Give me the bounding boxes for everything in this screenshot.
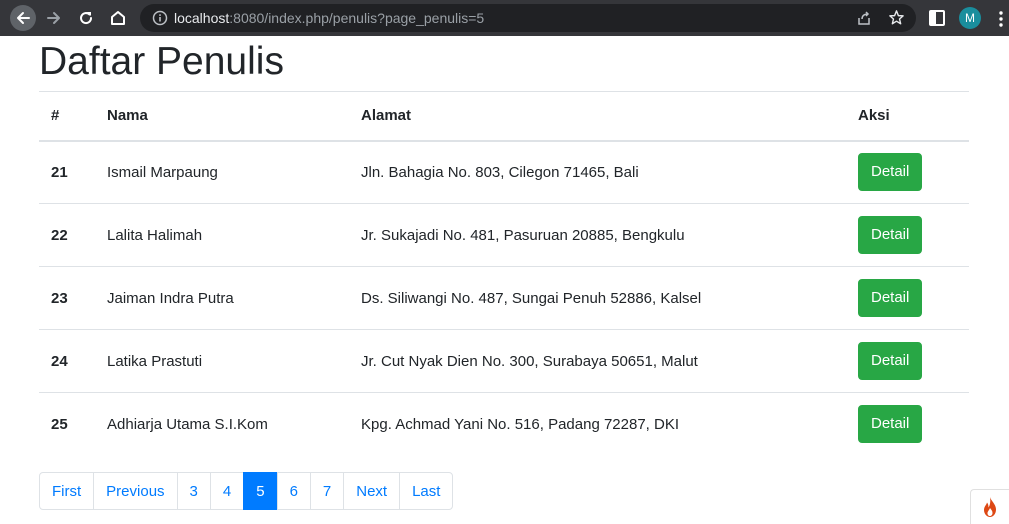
table-row: 21 Ismail Marpaung Jln. Bahagia No. 803,…: [39, 141, 969, 204]
reload-button[interactable]: [74, 6, 98, 30]
row-number: 21: [51, 163, 68, 181]
forward-button[interactable]: [42, 6, 66, 30]
row-aksi: Detail: [846, 141, 969, 204]
reload-icon: [80, 12, 93, 25]
row-number: 23: [39, 266, 95, 330]
detail-button[interactable]: Detail: [858, 153, 923, 192]
url-text[interactable]: localhost:8080/index.php/penulis?page_pe…: [174, 10, 484, 26]
row-aksi: Detail: [846, 392, 969, 456]
share-icon[interactable]: [856, 10, 872, 26]
row-aksi: Detail: [846, 203, 969, 267]
table-row: 24 Latika Prastuti Jr. Cut Nyak Dien No.…: [39, 329, 969, 393]
back-button[interactable]: [10, 5, 36, 31]
arrow-left-icon: [17, 12, 30, 24]
page-number-link[interactable]: 4: [209, 472, 245, 510]
detail-button[interactable]: Detail: [858, 279, 923, 317]
profile-avatar[interactable]: M: [959, 7, 981, 29]
debug-toolbar-toggle[interactable]: [970, 489, 1009, 524]
table-row: 23 Jaiman Indra Putra Ds. Siliwangi No. …: [39, 266, 969, 330]
row-number: 25: [39, 392, 95, 456]
detail-button[interactable]: Detail: [858, 405, 923, 444]
row-nama: Lalita Halimah: [95, 203, 349, 267]
menu-dots-icon[interactable]: [998, 11, 1004, 27]
page-title: Daftar Penulis: [39, 40, 284, 83]
penulis-table: # Nama Alamat Aksi 21 Ismail Marpaung Jl…: [39, 91, 969, 456]
row-nama: Latika Prastuti: [95, 329, 349, 393]
flame-icon: [984, 497, 996, 517]
star-icon[interactable]: [888, 9, 905, 26]
detail-button[interactable]: Detail: [858, 216, 923, 254]
header-nama: Nama: [95, 91, 349, 142]
page-first-link[interactable]: First: [39, 472, 95, 510]
url-host: localhost: [174, 10, 230, 26]
header-alamat: Alamat: [349, 91, 846, 142]
row-alamat: Jr. Sukajadi No. 481, Pasuruan 20885, Be…: [349, 203, 846, 267]
page-number-link[interactable]: 6: [276, 472, 311, 510]
page-number-link[interactable]: 7: [309, 472, 345, 510]
row-alamat: Jr. Cut Nyak Dien No. 300, Surabaya 5065…: [349, 329, 846, 393]
side-panel-icon[interactable]: [928, 9, 946, 27]
home-button[interactable]: [106, 6, 130, 30]
table-row: 22 Lalita Halimah Jr. Sukajadi No. 481, …: [39, 203, 969, 267]
page-previous-link[interactable]: Previous: [93, 472, 178, 510]
row-nama: Ismail Marpaung: [107, 163, 218, 181]
row-number: 24: [39, 329, 95, 393]
table-header-row: # Nama Alamat Aksi: [39, 91, 969, 142]
pagination: First Previous 3 4 5 6 7 Next Last: [39, 472, 454, 510]
row-alamat: Kpg. Achmad Yani No. 516, Padang 72287, …: [349, 392, 846, 456]
row-aksi: Detail: [846, 329, 969, 393]
page-content: Daftar Penulis # Nama Alamat Aksi 21 Ism…: [0, 36, 1009, 524]
page-number-link[interactable]: 3: [176, 472, 211, 510]
home-icon: [111, 11, 125, 25]
arrow-right-icon: [47, 12, 60, 24]
detail-button[interactable]: Detail: [858, 342, 923, 380]
row-nama: Adhiarja Utama S.I.Kom: [95, 392, 349, 456]
header-num: #: [39, 91, 95, 142]
address-bar[interactable]: localhost:8080/index.php/penulis?page_pe…: [140, 4, 916, 32]
row-alamat: Jln. Bahagia No. 803, Cilegon 71465, Bal…: [361, 163, 639, 181]
info-icon[interactable]: [152, 10, 168, 26]
table-row: 25 Adhiarja Utama S.I.Kom Kpg. Achmad Ya…: [39, 392, 969, 456]
url-path: :8080/index.php/penulis?page_penulis=5: [229, 10, 485, 26]
header-aksi: Aksi: [846, 91, 969, 142]
row-aksi: Detail: [846, 266, 969, 330]
row-nama: Jaiman Indra Putra: [95, 266, 349, 330]
browser-toolbar: localhost:8080/index.php/penulis?page_pe…: [0, 0, 1009, 36]
page-next-link[interactable]: Next: [343, 472, 401, 510]
page-last-link[interactable]: Last: [399, 472, 454, 510]
row-alamat: Ds. Siliwangi No. 487, Sungai Penuh 5288…: [349, 266, 846, 330]
page-number-link-active[interactable]: 5: [243, 472, 278, 510]
row-number: 22: [39, 203, 95, 267]
